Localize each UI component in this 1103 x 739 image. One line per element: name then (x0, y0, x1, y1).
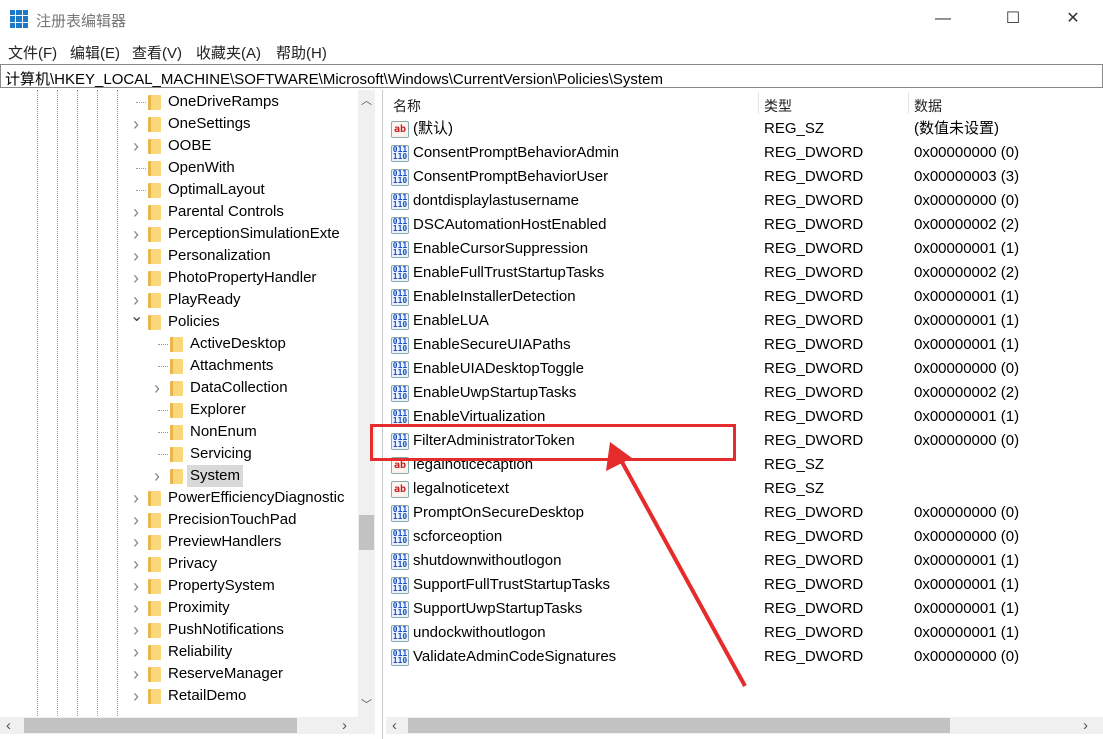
annotation-arrow (606, 442, 747, 687)
arrow-head (606, 442, 632, 471)
arrow-shaft (620, 461, 747, 687)
